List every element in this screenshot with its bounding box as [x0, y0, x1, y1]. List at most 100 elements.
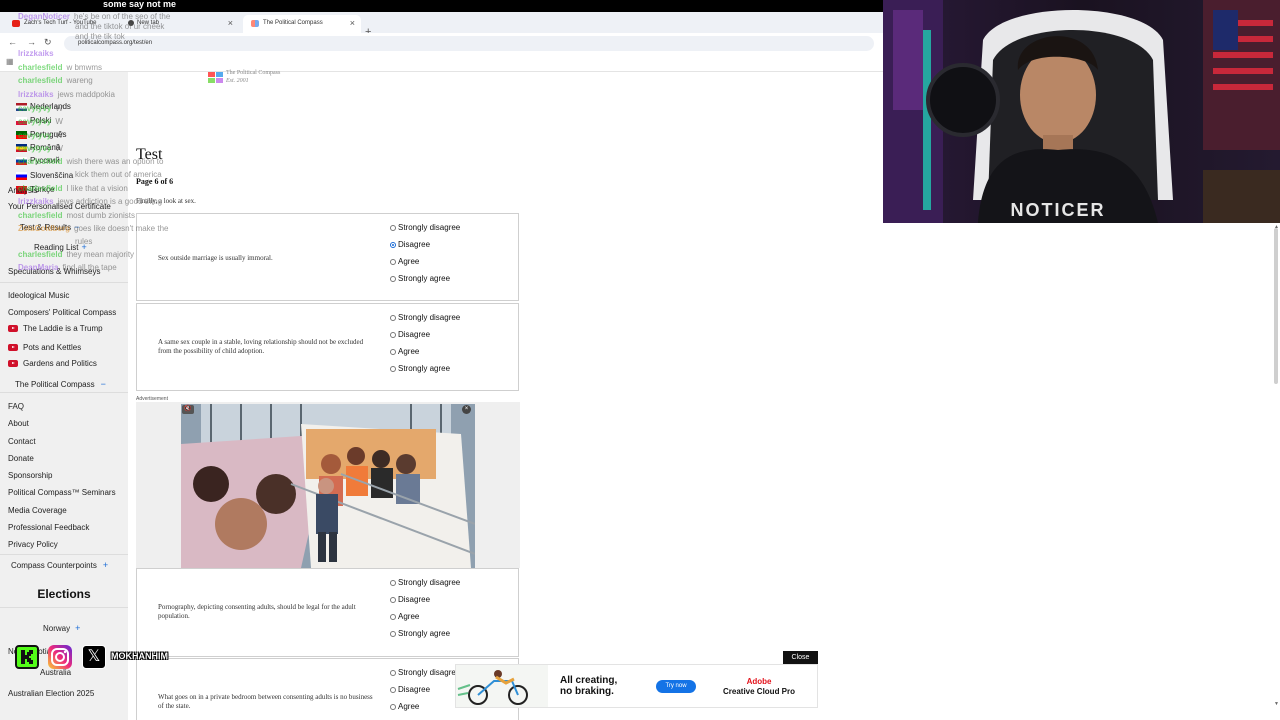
chat-text: kick them out of america: [75, 170, 162, 179]
answer-option[interactable]: Agree: [390, 257, 419, 266]
reload-icon[interactable]: ↻: [44, 37, 52, 48]
radio-button[interactable]: [390, 225, 396, 231]
expand-icon[interactable]: +: [75, 623, 80, 633]
divider: [0, 282, 128, 283]
answer-option[interactable]: Disagree: [390, 330, 430, 339]
radio-button[interactable]: [390, 259, 396, 265]
answer-option[interactable]: Strongly agree: [390, 629, 450, 638]
scroll-down-icon[interactable]: ▼: [1274, 701, 1279, 707]
chat-username: DeganNoticer: [18, 12, 71, 21]
chat-text: they mean majority: [66, 250, 135, 259]
info-link[interactable]: Professional Feedback: [8, 523, 89, 532]
apps-icon[interactable]: ▦: [6, 57, 14, 66]
chat-message: charlesfield w bmwms: [18, 63, 102, 73]
answer-option[interactable]: Agree: [390, 702, 419, 711]
answer-option[interactable]: Agree: [390, 347, 419, 356]
radio-button[interactable]: [390, 614, 396, 620]
radio-button[interactable]: [390, 315, 396, 321]
political-compass-logo-icon[interactable]: [208, 72, 224, 84]
election-link[interactable]: Australia: [40, 668, 71, 677]
expand-icon[interactable]: +: [103, 560, 108, 570]
answer-label: Agree: [398, 702, 420, 711]
collapse-icon[interactable]: −: [101, 379, 106, 389]
language-label: Slovenščina: [30, 171, 74, 180]
sidebar-political-compass[interactable]: The Political Compass −: [15, 379, 106, 389]
tab-political-compass[interactable]: The Political Compass ×: [243, 15, 361, 33]
answer-option[interactable]: Strongly agree: [390, 364, 450, 373]
radio-button[interactable]: [390, 670, 396, 676]
answer-option[interactable]: Strongly disagree: [390, 313, 460, 322]
close-tab-icon[interactable]: ×: [350, 18, 355, 28]
election-link[interactable]: Norway +: [43, 623, 80, 633]
try-now-button[interactable]: Try now: [656, 680, 696, 693]
radio-button[interactable]: [390, 276, 396, 282]
info-link[interactable]: Privacy Policy: [8, 540, 58, 549]
info-link[interactable]: About: [8, 419, 29, 428]
media-link[interactable]: Pots and Kettles: [8, 343, 81, 352]
media-link[interactable]: The Laddie is a Trump: [8, 324, 103, 333]
stream-caption: some say not me: [103, 0, 177, 9]
answer-option[interactable]: Disagree: [390, 595, 430, 604]
banner-headline-line-2: no braking.: [560, 686, 614, 697]
banner-ad[interactable]: All creating, no braking. Try now Adobe …: [455, 664, 818, 708]
ad-close-icon[interactable]: ×: [462, 405, 471, 414]
sidebar-compass-counterpoints[interactable]: Compass Counterpoints +: [11, 560, 108, 570]
info-link[interactable]: Political Compass™ Seminars: [8, 488, 116, 497]
chat-username: charlesfield: [18, 250, 63, 259]
radio-button[interactable]: [390, 580, 396, 586]
chat-text: find all the tape: [62, 263, 117, 272]
forward-icon[interactable]: →: [27, 37, 36, 47]
election-link[interactable]: Australian Election 2025: [8, 689, 94, 698]
answer-option[interactable]: Strongly disagree: [390, 223, 460, 232]
info-link[interactable]: Contact: [8, 437, 36, 446]
radio-button[interactable]: [390, 332, 396, 338]
media-link[interactable]: Composers' Political Compass: [8, 308, 116, 317]
chat-message: ZolaGoldberg goes like doesn't make the: [18, 224, 168, 234]
social-handle: MOKHANHIM: [111, 651, 169, 662]
youtube-play-icon: [8, 325, 18, 333]
radio-button[interactable]: [390, 349, 396, 355]
info-link[interactable]: FAQ: [8, 402, 24, 411]
address-bar[interactable]: politicalcompass.org/test/en: [64, 36, 874, 51]
flag-icon: [16, 171, 27, 180]
answer-option[interactable]: Strongly agree: [390, 274, 450, 283]
answer-label: Strongly agree: [398, 274, 451, 283]
chat-message: and the tiktok of ur cheek: [75, 22, 164, 32]
chat-username: charlesfield: [18, 211, 63, 220]
scrollbar-thumb[interactable]: [1274, 228, 1278, 384]
answer-option[interactable]: Strongly disagree: [390, 668, 460, 677]
chat-text: and the tiktok of ur cheek: [75, 22, 165, 31]
info-link[interactable]: Sponsorship: [8, 471, 52, 480]
radio-button[interactable]: [390, 242, 396, 248]
radio-button[interactable]: [390, 704, 396, 710]
ad-video[interactable]: [181, 404, 475, 568]
chat-message: charlesfield they mean majority: [18, 250, 134, 260]
divider: [0, 554, 128, 555]
election-label: Norway: [43, 624, 71, 633]
chat-text: w bmwms: [66, 63, 103, 72]
answer-option[interactable]: Strongly disagree: [390, 578, 460, 587]
language-link[interactable]: Slovenščina: [16, 171, 73, 182]
radio-button[interactable]: [390, 631, 396, 637]
radio-button[interactable]: [390, 597, 396, 603]
radio-button[interactable]: [390, 366, 396, 372]
info-link[interactable]: Media Coverage: [8, 506, 67, 515]
back-icon[interactable]: ←: [8, 37, 17, 47]
media-link[interactable]: Gardens and Politics: [8, 359, 97, 368]
answer-option[interactable]: Disagree: [390, 685, 430, 694]
close-tab-icon[interactable]: ×: [228, 18, 233, 28]
banner-close-button[interactable]: Close: [783, 651, 818, 664]
radio-button[interactable]: [390, 687, 396, 693]
mute-icon[interactable]: 🔇: [182, 405, 194, 414]
banner-product-name: Creative Cloud Pro: [723, 687, 796, 696]
chat-username: DeanMaria: [18, 263, 59, 272]
chat-text: jews maddpokia: [57, 90, 115, 99]
answer-label: Disagree: [398, 595, 431, 604]
answer-option[interactable]: Agree: [390, 612, 419, 621]
answer-label: Strongly agree: [398, 629, 451, 638]
info-link[interactable]: Donate: [8, 454, 34, 463]
elections-heading: Elections: [37, 587, 91, 601]
answer-option[interactable]: Disagree: [390, 240, 430, 249]
chat-username: cavylyvy: [18, 117, 52, 126]
media-link[interactable]: Ideological Music: [8, 291, 69, 300]
